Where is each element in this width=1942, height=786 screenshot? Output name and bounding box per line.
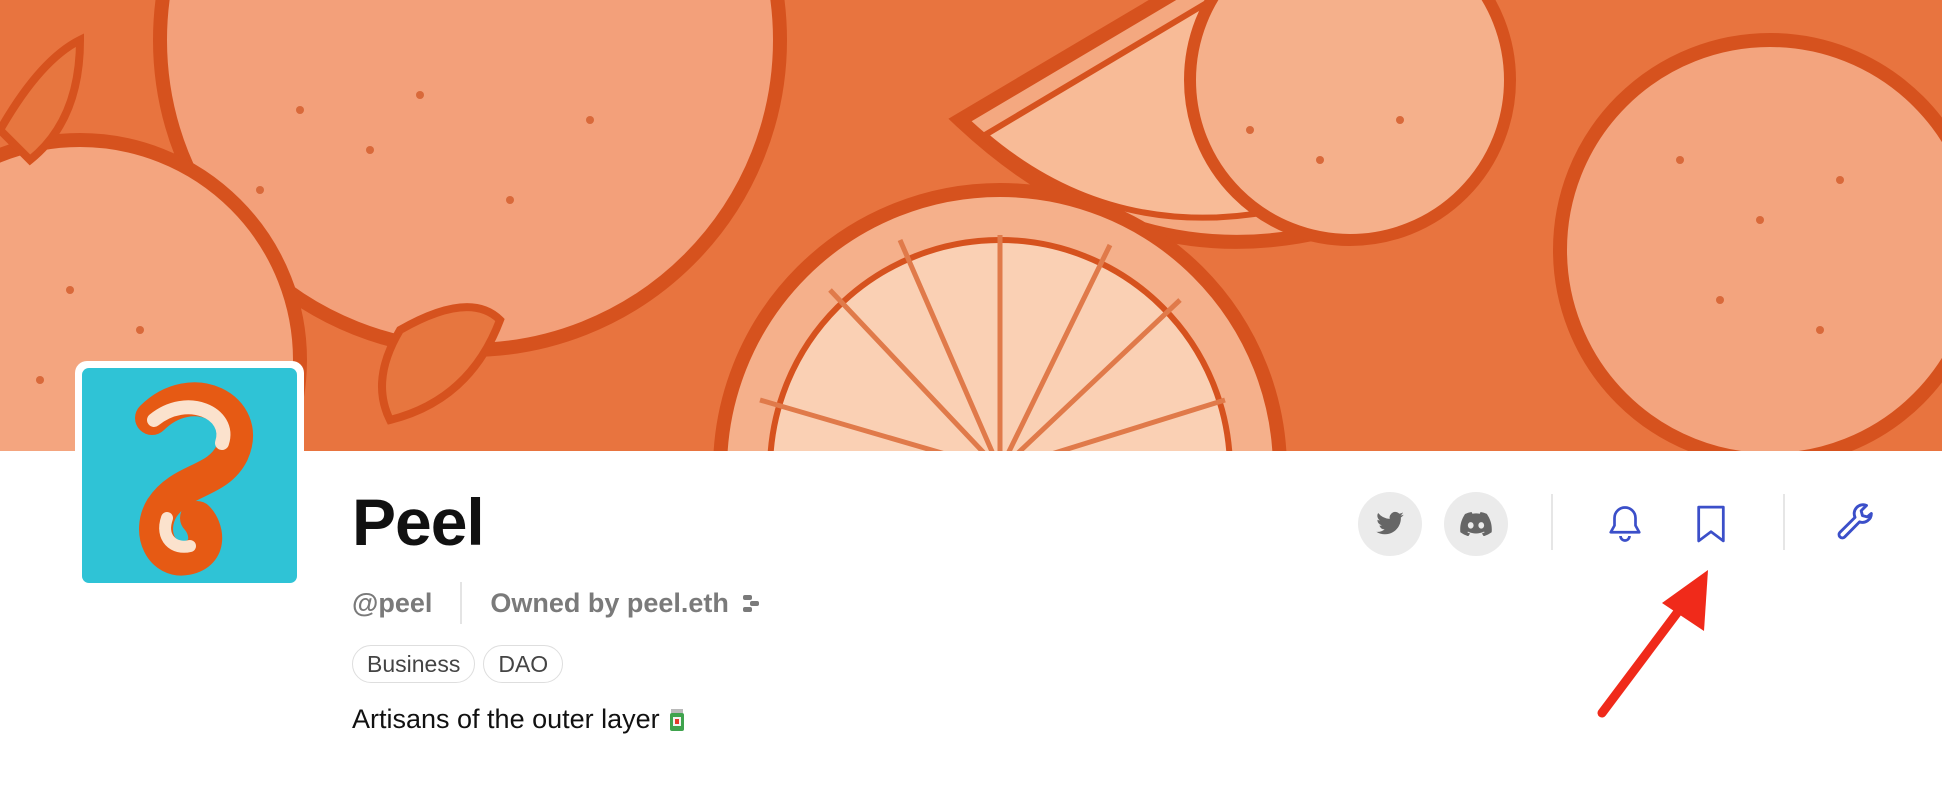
actions-divider (1551, 494, 1553, 550)
settings-button[interactable] (1826, 494, 1886, 554)
description-text: Artisans of the outer layer (352, 704, 660, 734)
twitter-button[interactable] (1358, 492, 1422, 556)
project-name: Peel (352, 485, 485, 559)
project-tags: Business DAO (352, 645, 564, 683)
project-avatar (75, 361, 304, 590)
juice-jar-icon (669, 708, 684, 731)
ens-icon (742, 595, 759, 612)
tag-business[interactable]: Business (352, 645, 476, 683)
project-description: Artisans of the outer layer (352, 704, 686, 735)
notifications-button[interactable] (1595, 494, 1655, 554)
bookmark-icon (1697, 505, 1725, 543)
bookmark-button[interactable] (1681, 494, 1741, 554)
owner-link[interactable]: Owned by peel.eth (462, 588, 763, 619)
owner-label: Owned by peel.eth (490, 587, 729, 618)
twitter-icon (1376, 511, 1404, 535)
tag-dao[interactable]: DAO (483, 645, 564, 683)
settings-divider (1783, 494, 1785, 550)
peel-logo-icon (135, 382, 253, 576)
discord-icon (1460, 512, 1492, 536)
project-meta: @peel Owned by peel.eth (352, 581, 763, 625)
bell-icon (1609, 506, 1641, 542)
project-handle: @peel (352, 587, 433, 618)
wrench-icon (1837, 503, 1873, 540)
discord-button[interactable] (1444, 492, 1508, 556)
annotation-arrow-icon (1597, 570, 1708, 718)
